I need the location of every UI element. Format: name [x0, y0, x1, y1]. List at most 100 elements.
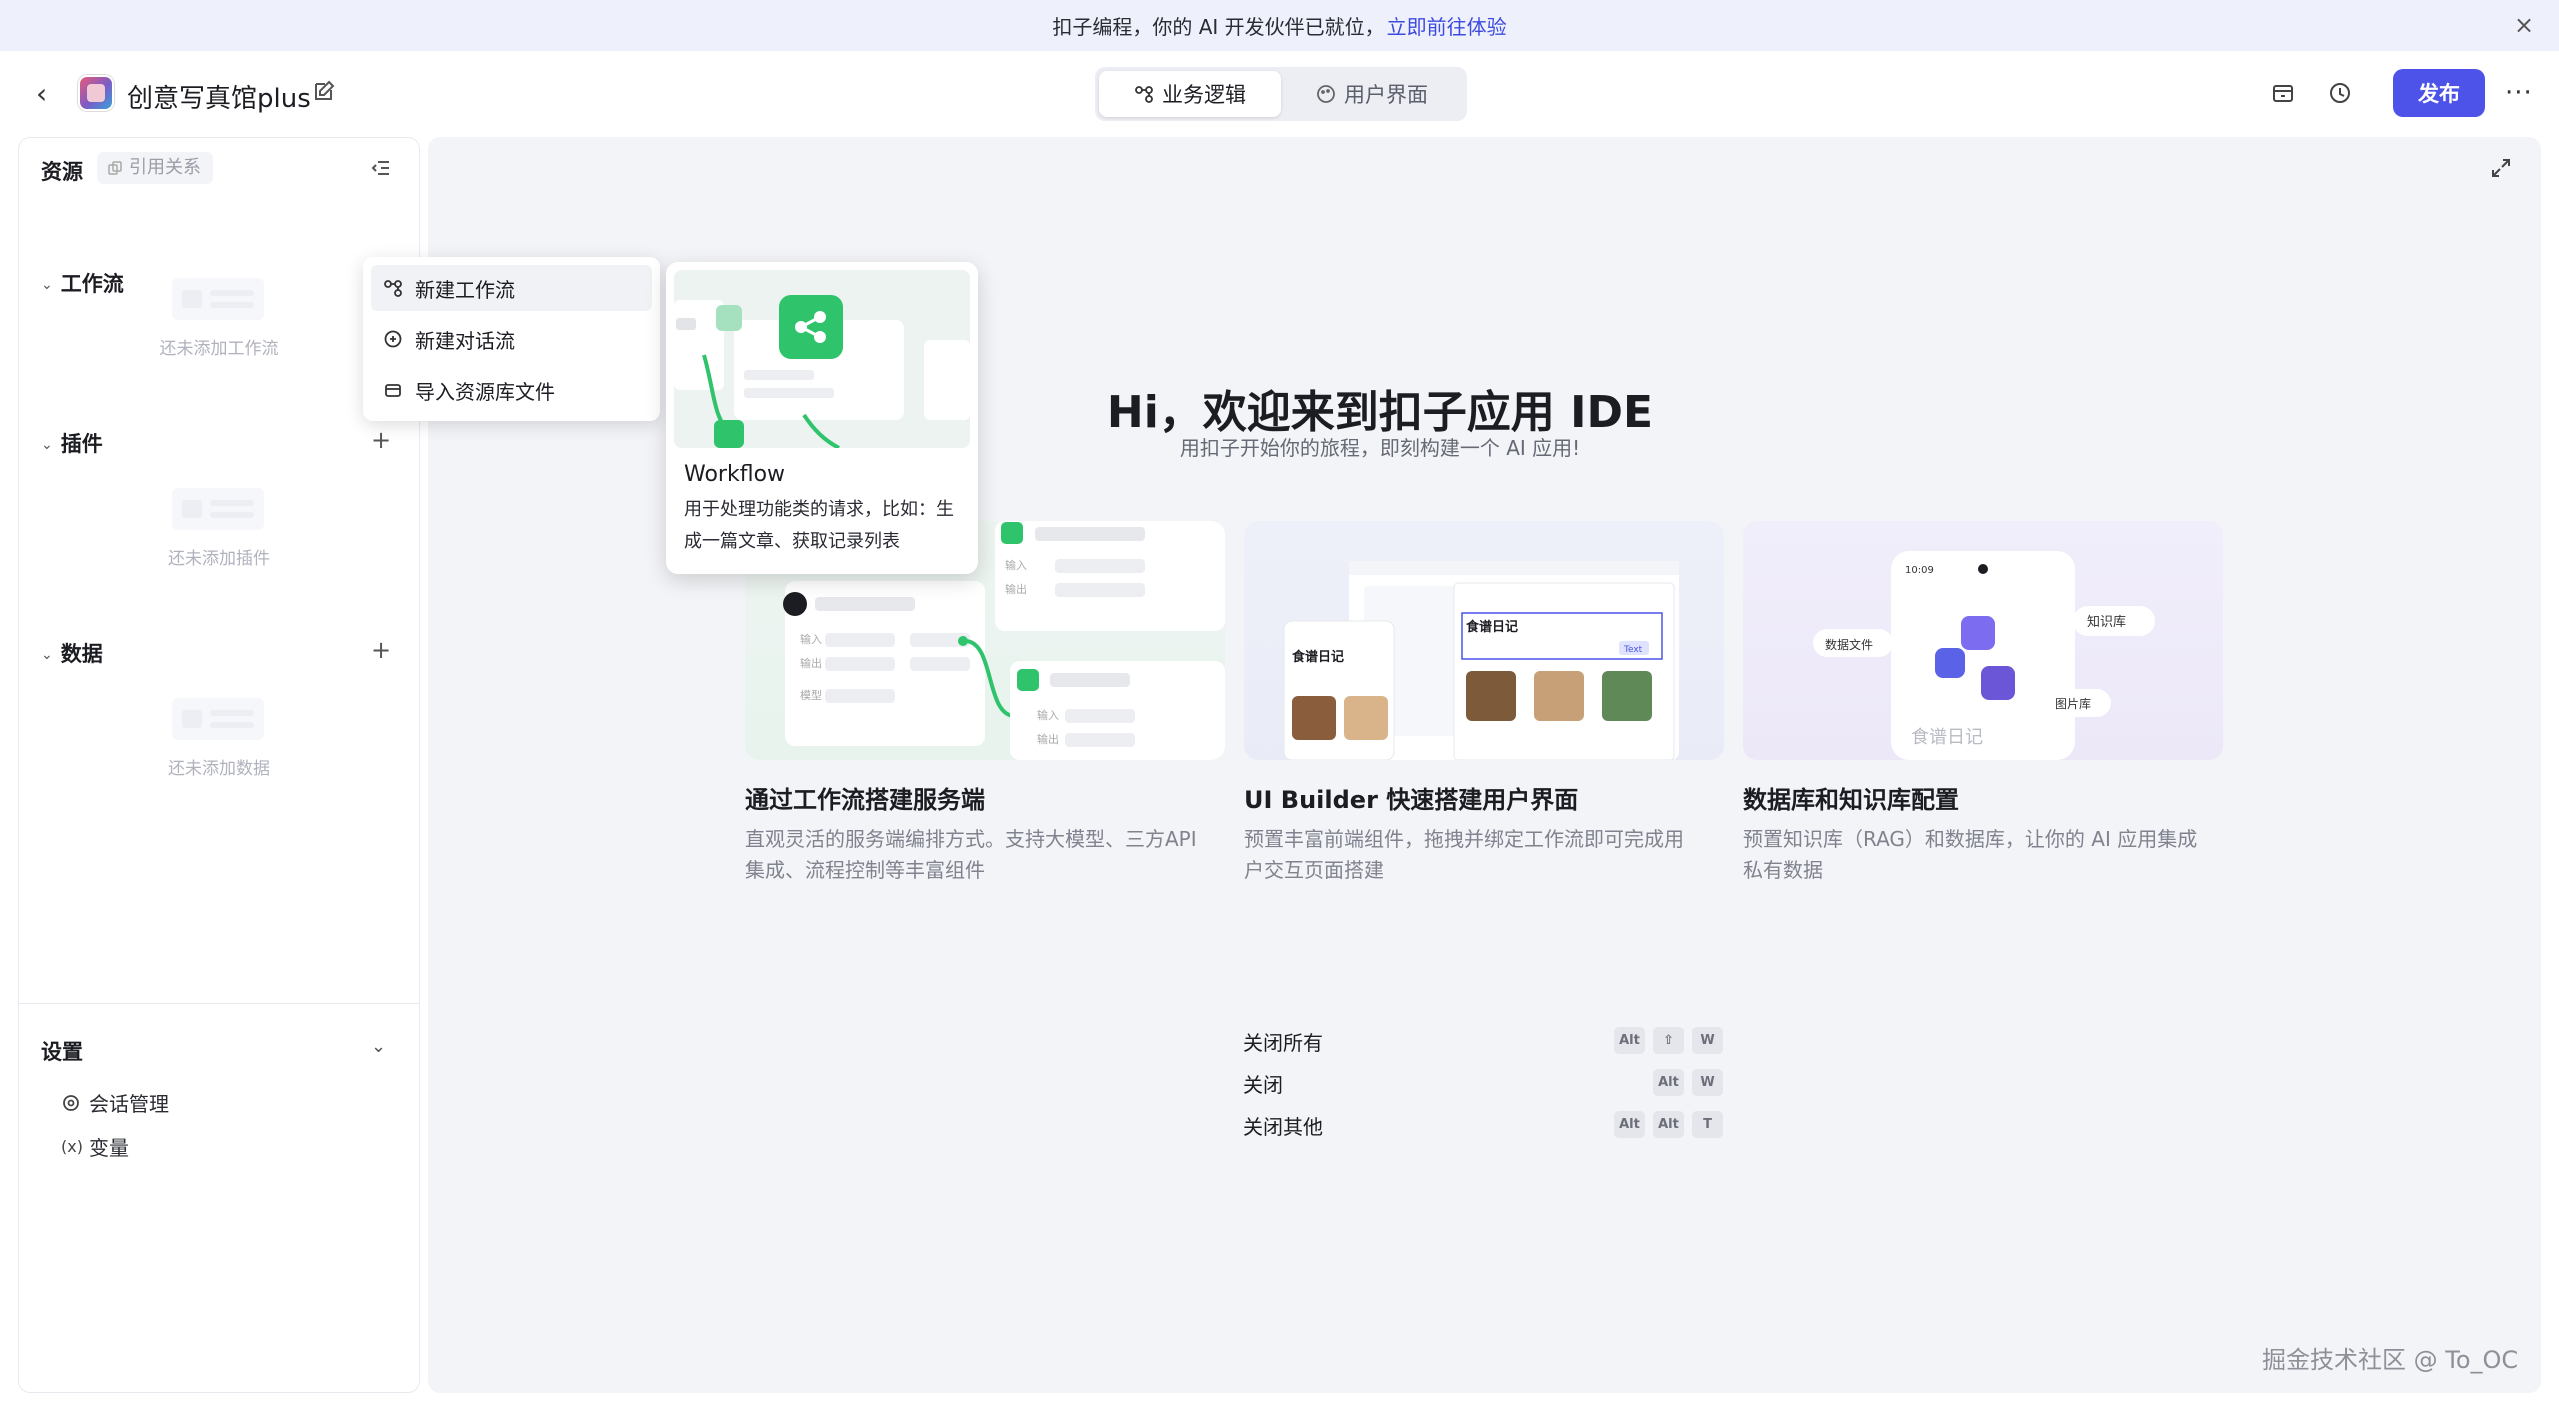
key-cap: T	[1692, 1111, 1723, 1138]
svg-text:食谱日记: 食谱日记	[1466, 619, 1518, 635]
svg-text:知识库: 知识库	[2087, 614, 2126, 630]
back-icon[interactable]: ‹	[36, 79, 62, 109]
menu-item-new-workflow[interactable]: 新建工作流	[371, 265, 652, 311]
card-database-desc: 预置知识库（RAG）和数据库，让你的 AI 应用集成 私有数据	[1743, 827, 2198, 882]
svg-text:Text: Text	[1623, 645, 1643, 655]
app-title: 创意写真馆plus	[127, 84, 311, 114]
tab-label: 业务逻辑	[1162, 83, 1246, 107]
reference-tag-label: 引用关系	[129, 157, 201, 178]
preview-description: 用于处理功能类的请求，比如：生成一篇文章、获取记录列表	[684, 499, 954, 552]
banner-text: 扣子编程，你的 AI 开发伙伴已就位，	[1052, 15, 1385, 39]
empty-data-text: 还未添加数据	[168, 759, 270, 779]
banner-link[interactable]: 立即前往体验	[1387, 11, 1507, 40]
shortcut-label: 关闭	[1243, 1073, 1283, 1097]
tab-label: 用户界面	[1344, 83, 1428, 107]
history-icon[interactable]	[2325, 78, 2355, 108]
key-cap: Alt	[1614, 1111, 1645, 1138]
shortcut-row: 关闭 Alt W	[1243, 1067, 1723, 1097]
card-ui-builder-image[interactable]: 食谱日记 Text 食谱日记	[1244, 521, 1724, 760]
key-cap: W	[1692, 1027, 1723, 1054]
card-ui-builder-title: UI Builder 快速搭建用户界面	[1244, 786, 1579, 814]
top-banner: 扣子编程，你的 AI 开发伙伴已就位， 立即前往体验 ×	[0, 0, 2559, 51]
workflow-icon	[1135, 86, 1153, 103]
empty-placeholder-icon	[172, 278, 264, 320]
svg-text:图片库: 图片库	[2055, 696, 2091, 711]
key-cap: Alt	[1614, 1027, 1645, 1054]
section-data-title[interactable]: ⌄ 数据	[41, 638, 103, 668]
banner-close-icon[interactable]: ×	[2511, 12, 2537, 38]
settings-title: 设置	[41, 1040, 83, 1064]
chevron-down-icon: ⌄	[41, 277, 53, 293]
svg-text:模型: 模型	[800, 688, 822, 702]
import-icon	[385, 384, 401, 397]
workflow-preview-card: Workflow 用于处理功能类的请求，比如：生成一篇文章、获取记录列表	[666, 262, 978, 574]
svg-text:输入: 输入	[1005, 558, 1027, 572]
empty-workflow-text: 还未添加工作流	[159, 339, 279, 359]
add-workflow-menu: 新建工作流 新建对话流 导入资源库文件	[363, 257, 660, 421]
hero-title: Hi，欢迎来到扣子应用 IDE	[1106, 387, 1654, 438]
svg-text:输出: 输出	[1037, 732, 1059, 746]
card-workflow-desc: 直观灵活的服务端编排方式。支持大模型、三方API 集成、流程控制等丰富组件	[745, 827, 1197, 882]
variable-icon: (x)	[61, 1137, 83, 1156]
code-node-icon	[1001, 522, 1023, 544]
settings-item-session[interactable]: 会话管理	[61, 1088, 169, 1117]
view-switcher: 业务逻辑 用户界面	[1095, 67, 1467, 121]
edit-icon[interactable]	[312, 79, 336, 103]
add-data-button[interactable]: +	[371, 638, 391, 662]
publish-button[interactable]: 发布	[2393, 69, 2485, 117]
sidebar-title: 资源	[41, 160, 83, 184]
settings-divider	[19, 1003, 419, 1004]
svg-text:输入: 输入	[800, 632, 822, 646]
key-cap: Alt	[1653, 1069, 1684, 1096]
svg-text:输出: 输出	[800, 656, 822, 670]
menu-item-label: 新建对话流	[415, 328, 515, 353]
empty-plugin-text: 还未添加插件	[168, 549, 270, 569]
doc-icon	[1935, 648, 1965, 678]
menu-item-import-library[interactable]: 导入资源库文件	[371, 367, 652, 413]
archive-icon[interactable]	[2268, 78, 2298, 108]
chat-settings-icon	[63, 1094, 79, 1111]
settings-item-label: 会话管理	[89, 1092, 169, 1116]
link-icon	[108, 161, 122, 175]
table-icon	[1961, 616, 1995, 650]
chevron-down-icon: ⌄	[41, 437, 53, 453]
menu-item-label: 新建工作流	[415, 277, 515, 302]
svg-text:10:09: 10:09	[1905, 565, 1934, 576]
settings-item-variable[interactable]: (x) 变量	[61, 1132, 129, 1161]
svg-text:输入: 输入	[1037, 708, 1059, 722]
preview-title: Workflow	[684, 462, 786, 487]
hero-subtitle: 用扣子开始你的旅程，即刻构建一个 AI 应用!	[1179, 436, 1581, 460]
section-plugin-title[interactable]: ⌄ 插件	[41, 428, 103, 458]
menu-item-new-chatflow[interactable]: 新建对话流	[371, 316, 652, 362]
chevron-down-icon[interactable]: ⌄	[371, 1036, 386, 1057]
watermark: 掘金技术社区 @ To_OC	[2262, 1346, 2519, 1374]
workflow-icon	[384, 280, 402, 297]
shortcut-row: 关闭所有 Alt ⇧ W	[1243, 1025, 1723, 1055]
workflow-preview-image	[674, 270, 970, 448]
section-workflow-title[interactable]: ⌄ 工作流	[41, 268, 124, 298]
key-cap: Alt	[1653, 1111, 1684, 1138]
reference-tag[interactable]: 引用关系	[97, 152, 213, 184]
menu-item-label: 导入资源库文件	[415, 379, 555, 404]
resource-sidebar: 资源 引用关系 ⌄工作流 + 还未添加工作流 ⌄插件 + 还未添加插件 ⌄数据 …	[18, 137, 420, 1393]
app-header: ‹ 创意写真馆plus 业务逻辑 用户界面 发布 ···	[0, 51, 2559, 137]
app-avatar	[78, 75, 114, 111]
tab-user-interface[interactable]: 用户界面	[1281, 71, 1463, 117]
empty-placeholder-icon	[172, 488, 264, 530]
expand-icon[interactable]	[2488, 155, 2514, 181]
shortcut-label: 关闭所有	[1243, 1031, 1323, 1055]
add-plugin-button[interactable]: +	[371, 428, 391, 452]
more-icon[interactable]: ···	[2505, 80, 2533, 106]
tab-business-logic[interactable]: 业务逻辑	[1099, 71, 1281, 117]
card-database-image[interactable]: 10:09 食谱日记 数据文件 知识库 图片库	[1743, 521, 2223, 760]
card-database-title: 数据库和知识库配置	[1743, 786, 1959, 814]
collapse-sidebar-icon[interactable]	[369, 156, 393, 180]
chatflow-icon	[384, 330, 402, 348]
shortcut-label: 关闭其他	[1243, 1115, 1323, 1139]
shortcut-row: 关闭其他 Alt Alt T	[1243, 1109, 1723, 1139]
chevron-down-icon: ⌄	[41, 647, 53, 663]
svg-text:数据文件: 数据文件	[1825, 637, 1873, 652]
card-workflow-title: 通过工作流搭建服务端	[745, 786, 985, 814]
model-node-icon	[783, 592, 807, 616]
svg-text:食谱日记: 食谱日记	[1911, 727, 1983, 748]
